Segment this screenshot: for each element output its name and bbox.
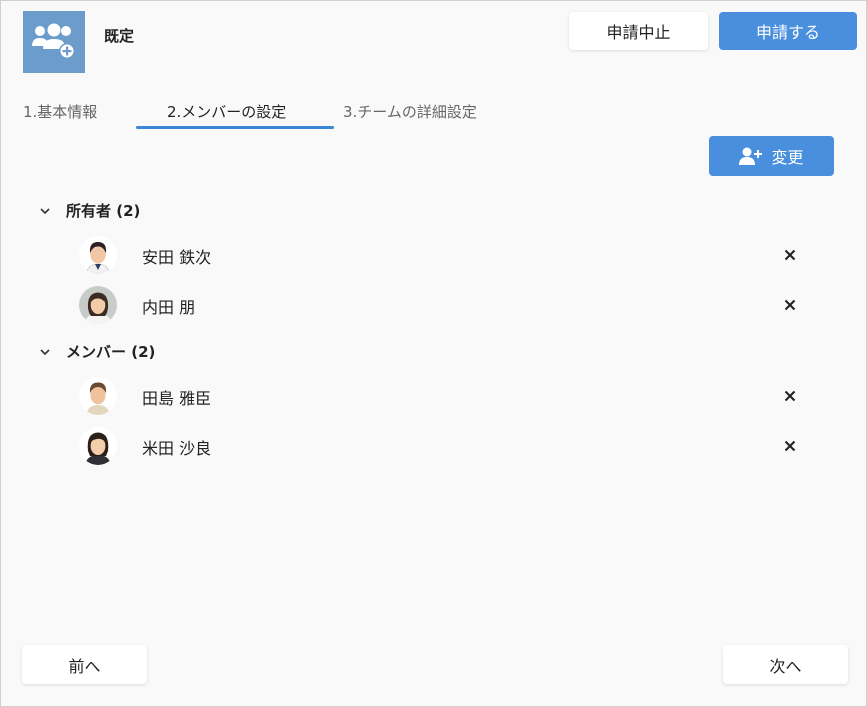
previous-button[interactable]: 前へ	[22, 645, 147, 684]
close-icon	[784, 249, 796, 261]
group-owners-label: 所有者 (2)	[66, 202, 141, 220]
user-add-icon	[739, 146, 763, 166]
member-row: 内田 朋	[1, 282, 866, 328]
tab-basic-info[interactable]: 1.基本情報	[23, 101, 97, 122]
member-row: 田島 雅臣	[1, 373, 866, 419]
member-name: 米田 沙良	[142, 439, 212, 458]
remove-member-button[interactable]	[779, 385, 801, 407]
avatar	[79, 427, 117, 465]
change-members-button[interactable]: 変更	[709, 136, 834, 176]
change-button-label: 変更	[771, 148, 804, 167]
chevron-down-icon	[35, 207, 55, 215]
remove-member-button[interactable]	[779, 294, 801, 316]
member-row: 米田 沙良	[1, 423, 866, 469]
remove-member-button[interactable]	[779, 435, 801, 457]
group-members-label: メンバー (2)	[66, 343, 156, 361]
dialog-frame: 既定 申請中止 申請する 1.基本情報 2.メンバーの設定 3.チームの詳細設定…	[0, 0, 867, 707]
avatar	[79, 236, 117, 274]
member-name: 内田 朋	[142, 298, 196, 317]
chevron-down-icon	[35, 348, 55, 356]
member-row: 安田 鉄次	[1, 232, 866, 278]
cancel-request-button[interactable]: 申請中止	[569, 12, 708, 50]
team-users-icon	[23, 11, 85, 73]
submit-request-button[interactable]: 申請する	[719, 12, 857, 50]
close-icon	[784, 440, 796, 452]
remove-member-button[interactable]	[779, 244, 801, 266]
group-owners-toggle[interactable]: 所有者 (2)	[35, 200, 140, 221]
avatar	[79, 286, 117, 324]
active-tab-indicator	[136, 126, 334, 129]
member-name: 安田 鉄次	[142, 248, 212, 267]
avatar	[79, 377, 117, 415]
member-name: 田島 雅臣	[142, 389, 212, 408]
tab-team-details[interactable]: 3.チームの詳細設定	[343, 101, 477, 122]
next-button[interactable]: 次へ	[723, 645, 848, 684]
tab-member-settings[interactable]: 2.メンバーの設定	[167, 101, 286, 122]
page-title: 既定	[104, 27, 135, 45]
close-icon	[784, 390, 796, 402]
close-icon	[784, 299, 796, 311]
group-members-toggle[interactable]: メンバー (2)	[35, 341, 155, 362]
